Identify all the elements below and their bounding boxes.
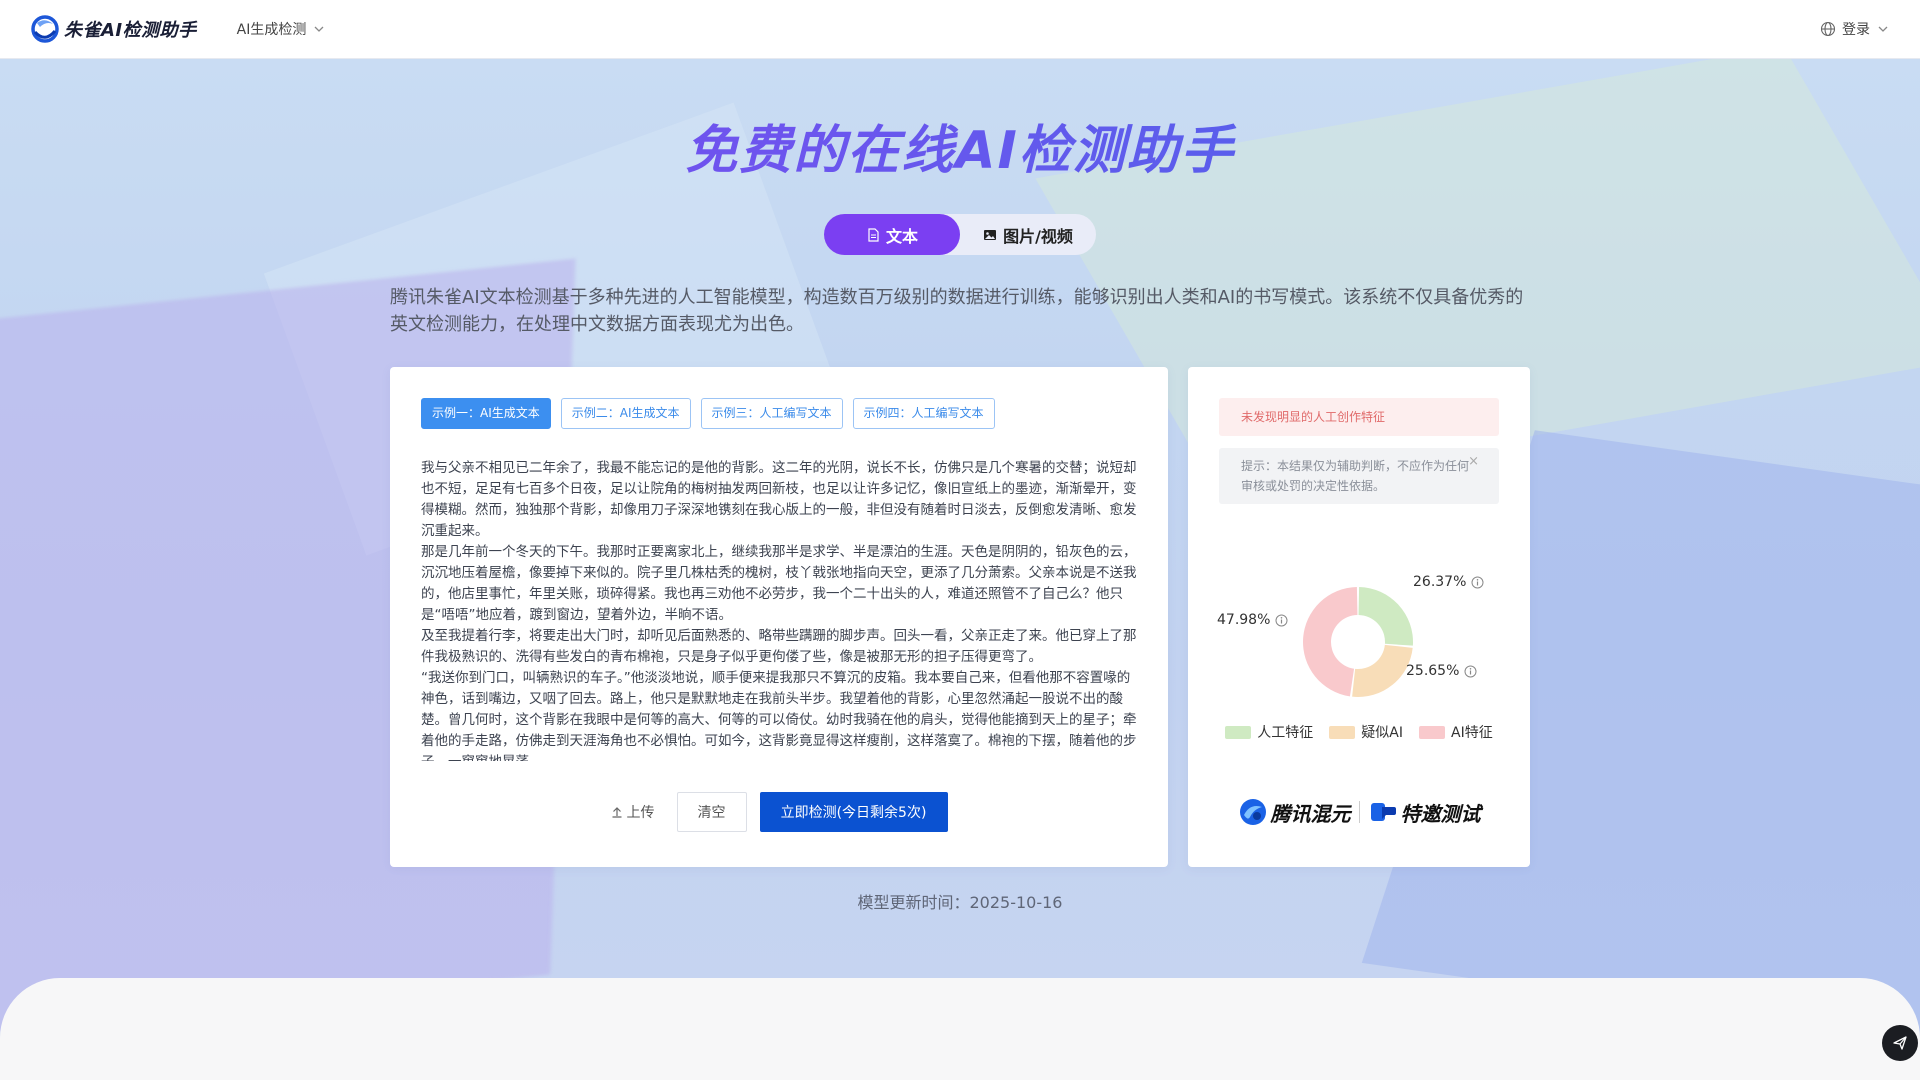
mode-toggle: 文本 图片/视频	[824, 214, 1096, 255]
upload-button[interactable]: 上传	[611, 802, 655, 822]
example-button-1[interactable]: 示例一：AI生成文本	[421, 398, 551, 429]
legend-item-human[interactable]: 人工特征	[1225, 722, 1313, 742]
detect-button[interactable]: 立即检测(今日剩余5次)	[759, 792, 948, 832]
special-test-icon	[1370, 803, 1396, 821]
upload-icon	[612, 807, 621, 818]
partner-badge: 腾讯混元 特邀测试	[1188, 797, 1530, 827]
legend-label: 人工特征	[1257, 725, 1314, 741]
text-paragraph: 我与父亲不相见已二年余了，我最不能忘记的是他的背影。这二年的光阴，说长不长，仿佛…	[421, 460, 1137, 539]
example-button-4[interactable]: 示例四：人工编写文本	[852, 398, 995, 429]
example-button-3[interactable]: 示例三：人工编写文本	[700, 398, 843, 429]
legend-swatch	[1419, 725, 1445, 739]
chevron-down-icon	[314, 26, 324, 32]
legend-swatch	[1225, 725, 1252, 739]
pct-label-suspected-ai: 25.65%	[1406, 663, 1477, 679]
logo[interactable]: 朱雀AI检测助手	[31, 15, 197, 43]
result-banner: 未发现明显的人工创作特征	[1219, 398, 1499, 436]
page-title: 免费的在线AI检测助手	[0, 108, 1920, 183]
text-input-card: 示例一：AI生成文本 示例二：AI生成文本 示例三：人工编写文本 示例四：人工编…	[390, 367, 1168, 867]
globe-icon	[1820, 21, 1836, 37]
upload-label: 上传	[626, 805, 655, 821]
nav-dropdown-ai-detection[interactable]: AI生成检测	[237, 19, 325, 39]
action-bar: 上传 清空 立即检测(今日剩余5次)	[390, 792, 1168, 832]
hint-text: 提示：本结果仅为辅助判断，不应作为任何审核或处罚的决定性依据。	[1241, 459, 1470, 493]
top-navigation-bar: 朱雀AI检测助手 AI生成检测 登录	[0, 0, 1920, 59]
partner-right-text: 特邀测试	[1400, 801, 1481, 826]
pct-label-ai: 47.98%	[1217, 612, 1288, 628]
logo-icon	[31, 15, 59, 43]
bottom-section	[0, 978, 1920, 1080]
legend-swatch	[1329, 725, 1356, 739]
info-icon[interactable]	[1275, 614, 1288, 627]
partner-left-text: 腾讯混元	[1270, 801, 1351, 826]
text-input-area[interactable]: 我与父亲不相见已二年余了，我最不能忘记的是他的背影。这二年的光阴，说长不长，仿佛…	[421, 458, 1137, 761]
tab-image-video[interactable]: 图片/视频	[960, 214, 1096, 255]
result-card: 未发现明显的人工创作特征 提示：本结果仅为辅助判断，不应作为任何审核或处罚的决定…	[1188, 367, 1530, 867]
pct-value: 26.37%	[1413, 574, 1467, 590]
legend-label: 疑似AI	[1361, 725, 1403, 741]
example-button-2[interactable]: 示例二：AI生成文本	[560, 398, 691, 429]
model-update-time: 模型更新时间：2025-10-16	[857, 893, 1063, 912]
pct-label-human: 26.37%	[1413, 574, 1484, 590]
clear-button[interactable]: 清空	[676, 792, 747, 832]
login-menu[interactable]: 登录	[1820, 19, 1888, 39]
pct-value: 25.65%	[1406, 663, 1460, 679]
logo-text: 朱雀AI检测助手	[64, 20, 197, 41]
pct-value: 47.98%	[1217, 612, 1271, 628]
close-icon[interactable]: ×	[1468, 452, 1479, 472]
hunyuan-logo-icon	[1239, 799, 1266, 825]
donut-segment-human[interactable]	[1358, 587, 1413, 646]
text-paragraph: 及至我提着行李，将要走出大门时，却听见后面熟悉的、略带些蹒跚的脚步声。回头一看，…	[421, 628, 1137, 665]
document-icon	[868, 227, 879, 242]
info-icon[interactable]	[1464, 665, 1477, 678]
image-icon	[984, 229, 997, 240]
feedback-button[interactable]	[1882, 1025, 1918, 1061]
chevron-down-icon	[1878, 26, 1888, 32]
chart-legend: 人工特征 疑似AI AI特征	[1188, 722, 1530, 742]
legend-item-ai[interactable]: AI特征	[1419, 722, 1493, 742]
legend-item-suspected-ai[interactable]: 疑似AI	[1329, 722, 1403, 742]
divider	[1358, 801, 1360, 823]
nav-dropdown-label: AI生成检测	[236, 22, 307, 38]
send-icon	[1893, 1036, 1907, 1050]
intro-description: 腾讯朱雀AI文本检测基于多种先进的人工智能模型，构造数百万级别的数据进行训练，能…	[390, 287, 1524, 335]
hint-box: 提示：本结果仅为辅助判断，不应作为任何审核或处罚的决定性依据。 ×	[1219, 448, 1499, 504]
legend-label: AI特征	[1451, 725, 1493, 741]
text-paragraph: 那是几年前一个冬天的下午。我那时正要离家北上，继续我那半是求学、半是漂泊的生涯。…	[421, 544, 1137, 623]
login-label: 登录	[1842, 22, 1870, 38]
donut-segment-suspected-ai[interactable]	[1352, 644, 1413, 697]
donut-segment-ai[interactable]	[1303, 587, 1358, 697]
text-paragraph: “我送你到门口，叫辆熟识的车子。”他淡淡地说，顺手便来提我那只不算沉的皮箱。我本…	[421, 670, 1137, 761]
tab-text[interactable]: 文本	[824, 214, 960, 255]
example-buttons: 示例一：AI生成文本 示例二：AI生成文本 示例三：人工编写文本 示例四：人工编…	[421, 398, 1005, 429]
info-icon[interactable]	[1471, 576, 1484, 589]
tab-image-video-label: 图片/视频	[1003, 226, 1073, 246]
tab-text-label: 文本	[885, 226, 918, 246]
